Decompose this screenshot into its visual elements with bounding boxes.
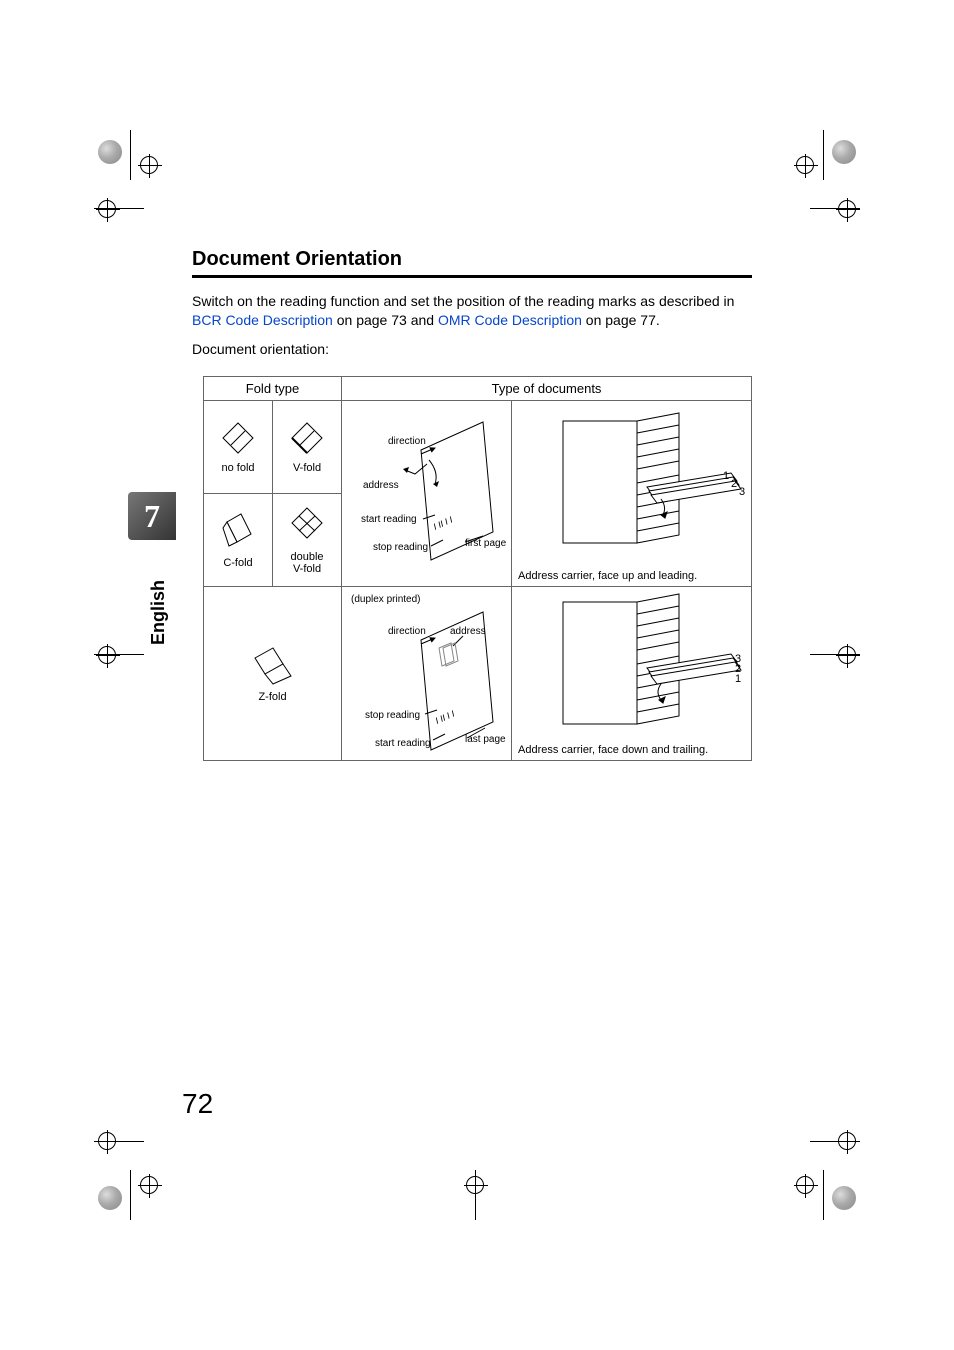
heading-rule xyxy=(192,275,752,278)
feed2-n1: 1 xyxy=(735,673,741,685)
chapter-tab: 7 xyxy=(128,492,176,540)
intro-text-2: on page 73 and xyxy=(337,312,438,328)
c-fold-label: C-fold xyxy=(208,557,268,569)
doc-sheet-1: direction address start reading stop rea… xyxy=(342,401,512,587)
cell-v-fold: V-fold xyxy=(273,401,342,494)
intro-text-3: on page 77. xyxy=(586,312,660,328)
feed1-n2: 2 xyxy=(731,478,737,490)
feed1-n3: 3 xyxy=(739,486,745,498)
orientation-table: Fold type Type of documents no fold V-fo… xyxy=(203,376,752,761)
lbl-address-2: address xyxy=(450,626,486,637)
v-fold-label: V-fold xyxy=(277,462,337,474)
cell-c-fold: C-fold xyxy=(204,494,273,587)
lbl-address-1: address xyxy=(363,480,399,491)
cell-no-fold: no fold xyxy=(204,401,273,494)
lbl-stop-1: stop reading xyxy=(373,542,428,553)
feed1-n1: 1 xyxy=(723,470,729,482)
lbl-direction-1: direction xyxy=(388,436,426,447)
orientation-label: Document orientation: xyxy=(192,340,752,359)
header-type-docs: Type of documents xyxy=(342,377,752,401)
section-heading: Document Orientation xyxy=(192,248,752,271)
z-fold-icon xyxy=(251,644,295,684)
dv-label-2: V-fold xyxy=(277,563,337,575)
feeder-1: 1 2 3 Address carrier, face up and leadi… xyxy=(512,401,752,587)
no-fold-icon xyxy=(221,421,255,455)
feeder1-caption: Address carrier, face up and leading. xyxy=(518,570,697,582)
lbl-duplex: (duplex printed) xyxy=(351,594,420,605)
dv-label-1: double xyxy=(277,551,337,563)
cell-double-v-fold: double V-fold xyxy=(273,494,342,587)
header-fold-type: Fold type xyxy=(204,377,342,401)
lbl-start-2: start reading xyxy=(375,738,431,749)
z-fold-label: Z-fold xyxy=(208,691,337,703)
intro-paragraph: Switch on the reading function and set t… xyxy=(192,292,752,330)
omr-link[interactable]: OMR Code Description xyxy=(438,312,582,328)
bcr-link[interactable]: BCR Code Description xyxy=(192,312,333,328)
language-label: English xyxy=(148,580,169,645)
intro-text-1: Switch on the reading function and set t… xyxy=(192,293,734,309)
no-fold-label: no fold xyxy=(208,462,268,474)
feeder-2: 3 2 1 Address carrier, face down and tra… xyxy=(512,587,752,761)
lbl-direction-2: direction xyxy=(388,626,426,637)
c-fold-icon xyxy=(221,512,255,550)
lbl-stop-2: stop reading xyxy=(365,710,420,721)
doc-sheet-2: (duplex printed) direction address stop … xyxy=(342,587,512,761)
v-fold-icon xyxy=(290,421,324,455)
double-v-fold-icon xyxy=(290,506,324,544)
feeder2-caption: Address carrier, face down and trailing. xyxy=(518,744,708,756)
page-number: 72 xyxy=(182,1088,213,1120)
lbl-start-1: start reading xyxy=(361,514,417,525)
cell-z-fold: Z-fold xyxy=(204,587,342,761)
